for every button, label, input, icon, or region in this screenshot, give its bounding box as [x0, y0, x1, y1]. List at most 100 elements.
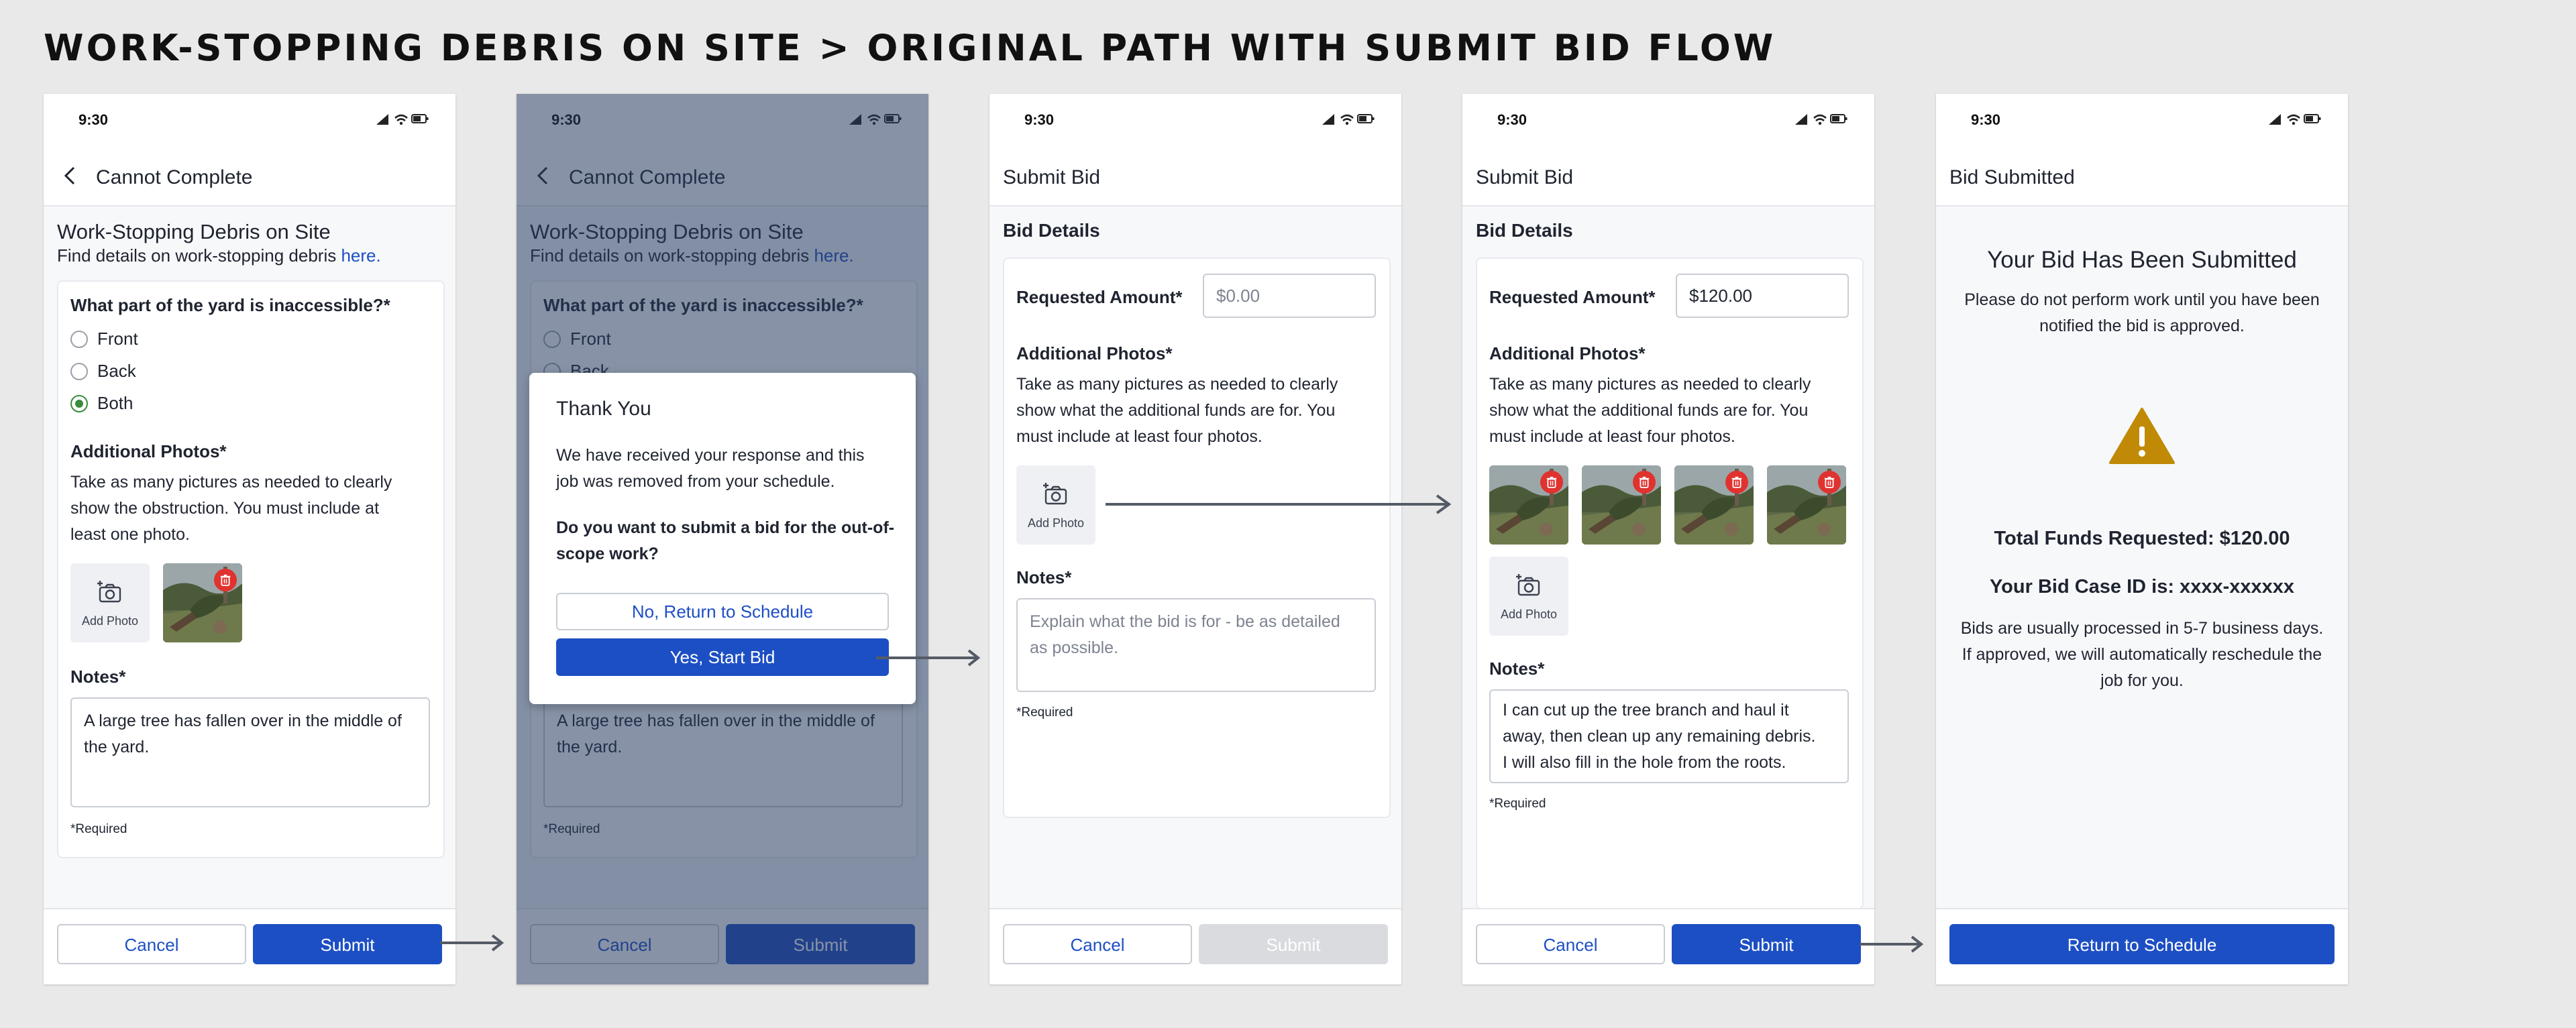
- confirmation-heading: Your Bid Has Been Submitted: [1987, 247, 2297, 273]
- photos-help-line: show the obstruction. You must include a…: [70, 499, 380, 518]
- page-heading: Work-Stopping Debris on Site: [57, 220, 331, 243]
- delete-photo-button[interactable]: [214, 569, 237, 591]
- nav-bar: Submit Bid: [989, 148, 1401, 207]
- footer-bar: Return to Schedule: [1936, 908, 2348, 984]
- delete-photo-button[interactable]: [1818, 471, 1841, 494]
- trash-icon: [1638, 476, 1650, 488]
- cancel-button[interactable]: Cancel: [1003, 924, 1192, 964]
- notes-label: Notes*: [1016, 567, 1072, 587]
- trash-icon: [1546, 476, 1558, 488]
- photo-thumbnail[interactable]: [163, 563, 242, 642]
- signal-wifi-battery-icon: [1321, 111, 1375, 126]
- photo-thumbnail[interactable]: [1489, 465, 1568, 545]
- submit-button[interactable]: Submit: [1672, 924, 1861, 964]
- required-note: *Required: [70, 822, 127, 836]
- radio-circle[interactable]: [70, 362, 88, 380]
- form-card: What part of the yard is inaccessible?* …: [57, 280, 445, 858]
- photos-help-line: Take as many pictures as needed to clear…: [70, 473, 392, 492]
- photo-thumbnail[interactable]: [1582, 465, 1661, 545]
- dialog-question: Do you want to submit a bid for the out-…: [556, 518, 895, 537]
- add-photo-button[interactable]: Add Photo: [1489, 557, 1568, 636]
- bid-card: Requested Amount* $0.00 Additional Photo…: [1003, 258, 1391, 818]
- photos-help-line: must include at least four photos.: [1489, 427, 1735, 446]
- amount-input[interactable]: $120.00: [1676, 274, 1849, 318]
- screen-submit-bid-empty: 9:30 Submit Bid Bid Details Requested Am…: [989, 94, 1401, 984]
- nav-bar: Bid Submitted: [1936, 148, 2348, 207]
- photos-label: Additional Photos*: [1489, 343, 1646, 363]
- footer-bar: Cancel Submit: [44, 908, 455, 984]
- status-time: 9:30: [1497, 111, 1527, 128]
- no-return-to-schedule-button[interactable]: No, Return to Schedule: [556, 593, 889, 630]
- photos-label: Additional Photos*: [70, 441, 227, 461]
- notes-textarea[interactable]: Explain what the bid is for - be as deta…: [1016, 598, 1376, 692]
- subtext-label: Find details on work-stopping debris: [57, 245, 341, 266]
- add-photo-button[interactable]: Add Photo: [1016, 465, 1095, 545]
- radio-circle[interactable]: [70, 330, 88, 348]
- radio-both[interactable]: Both: [70, 393, 133, 414]
- amount-input[interactable]: $0.00: [1203, 274, 1376, 318]
- cancel-button[interactable]: Cancel: [1476, 924, 1665, 964]
- nav-bar: Cannot Complete: [44, 148, 455, 207]
- dialog-text: job was removed from your schedule.: [556, 472, 835, 491]
- radio-back[interactable]: Back: [70, 361, 136, 382]
- signal-wifi-battery-icon: [375, 111, 429, 126]
- notes-line: I can cut up the tree branch and haul it: [1503, 701, 1789, 720]
- add-camera-icon: [1515, 571, 1542, 598]
- notes-line: away, then clean up any remaining debris…: [1503, 727, 1816, 746]
- radio-front[interactable]: Front: [70, 329, 138, 349]
- status-time: 9:30: [1971, 111, 2001, 128]
- page-title: WORK-STOPPING DEBRIS ON SITE > ORIGINAL …: [44, 27, 1776, 69]
- bid-card: Requested Amount* $120.00 Additional Pho…: [1476, 258, 1864, 909]
- status-bar: 9:30: [989, 94, 1401, 148]
- section-heading: Bid Details: [1003, 220, 1100, 241]
- notes-label: Notes*: [1489, 659, 1545, 679]
- flow-arrow: [1860, 935, 1924, 953]
- amount-label: Requested Amount*: [1489, 287, 1656, 307]
- submit-button[interactable]: Submit: [253, 924, 442, 964]
- status-time: 9:30: [78, 111, 109, 128]
- notes-textarea[interactable]: I can cut up the tree branch and haul it…: [1489, 689, 1849, 783]
- trash-icon: [1731, 476, 1743, 488]
- page-subtext: Find details on work-stopping debris her…: [57, 243, 381, 269]
- photo-thumbnail[interactable]: [1674, 465, 1754, 545]
- notes-placeholder-line: as possible.: [1030, 638, 1119, 657]
- yes-start-bid-button[interactable]: Yes, Start Bid: [556, 638, 889, 676]
- delete-photo-button[interactable]: [1633, 471, 1656, 494]
- flow-arrow: [876, 649, 981, 667]
- submit-button-disabled: Submit: [1199, 924, 1388, 964]
- warning-icon: [2109, 408, 2175, 464]
- add-photo-label: Add Photo: [1500, 608, 1558, 621]
- radio-circle-selected[interactable]: [70, 394, 88, 412]
- screen-thank-you-modal: 9:30 Cannot Complete Work-Stopping Debri…: [517, 94, 928, 984]
- back-icon[interactable]: [58, 164, 83, 188]
- processing-info: Bids are usually processed in 5-7 busine…: [1960, 619, 2324, 638]
- notes-textarea[interactable]: A large tree has fallen over in the midd…: [70, 697, 430, 807]
- notes-line: A large tree has fallen over in the midd…: [84, 711, 402, 730]
- nav-title: Submit Bid: [1003, 166, 1101, 188]
- add-camera-icon: [97, 578, 123, 605]
- photos-help-line: show what the additional funds are for. …: [1489, 401, 1809, 420]
- radio-label: Back: [97, 361, 136, 381]
- nav-title: Cannot Complete: [96, 166, 253, 188]
- delete-photo-button[interactable]: [1725, 471, 1748, 494]
- required-note: *Required: [1489, 797, 1546, 811]
- return-to-schedule-button[interactable]: Return to Schedule: [1949, 924, 2334, 964]
- nav-bar: Submit Bid: [1462, 148, 1874, 207]
- photos-help-line: Take as many pictures as needed to clear…: [1489, 375, 1811, 394]
- required-note: *Required: [1016, 705, 1073, 720]
- yard-question: What part of the yard is inaccessible?*: [70, 295, 390, 315]
- add-photo-button[interactable]: Add Photo: [70, 563, 150, 642]
- photo-thumbnail[interactable]: [1767, 465, 1846, 545]
- photos-help-line: Take as many pictures as needed to clear…: [1016, 375, 1338, 394]
- cancel-button[interactable]: Cancel: [57, 924, 246, 964]
- details-link[interactable]: here.: [341, 245, 380, 266]
- flow-arrow: [1106, 494, 1452, 514]
- delete-photo-button[interactable]: [1540, 471, 1563, 494]
- status-bar: 9:30: [1462, 94, 1874, 148]
- photos-help-line: least one photo.: [70, 525, 190, 544]
- nav-title: Bid Submitted: [1949, 166, 2075, 188]
- radio-label: Both: [97, 393, 133, 413]
- add-photo-label: Add Photo: [81, 614, 139, 628]
- trash-icon: [219, 574, 231, 586]
- radio-label: Front: [97, 329, 138, 349]
